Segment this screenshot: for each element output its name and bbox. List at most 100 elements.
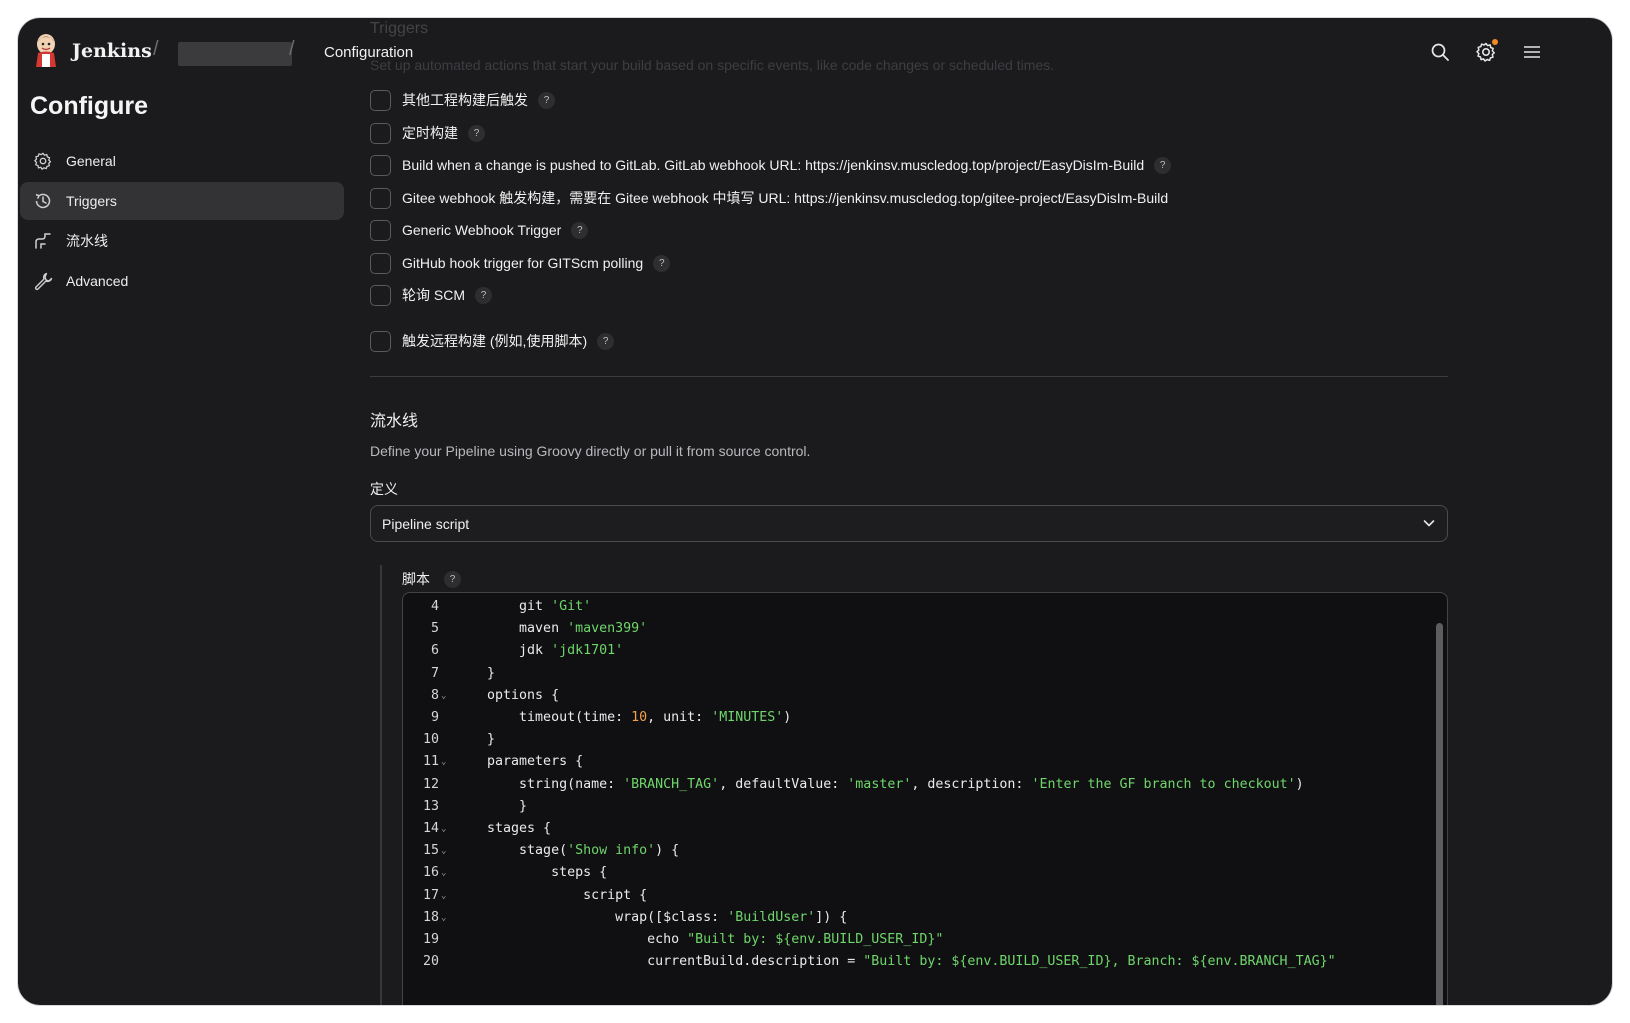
nested-section-bar: [380, 565, 382, 1005]
trigger-label[interactable]: 触发远程构建 (例如,使用脚本): [402, 331, 587, 351]
line-number: 19: [422, 932, 439, 947]
line-number: 13: [422, 798, 439, 814]
code-line: 18 ⌄ wrap([$class: 'BuildUser']) {: [403, 907, 1447, 929]
code-line: 5 maven 'maven399': [403, 618, 1447, 640]
line-number: 8: [430, 687, 439, 703]
line-number: 7: [430, 665, 439, 681]
code-line: 7 }: [403, 663, 1447, 685]
line-number: 6: [430, 643, 439, 659]
sidebar-item-label: Advanced: [66, 273, 129, 289]
trigger-checkbox[interactable]: [370, 89, 391, 111]
trigger-checkbox[interactable]: [370, 122, 391, 144]
chevron-down-icon: [1421, 515, 1437, 534]
help-icon[interactable]: ?: [597, 332, 615, 350]
fold-chevron-icon[interactable]: ⌄: [441, 685, 446, 707]
clock-history-icon: [32, 190, 54, 212]
code-line: 6 jdk 'jdk1701': [403, 640, 1447, 662]
help-icon[interactable]: ?: [475, 286, 492, 304]
sidebar-item-advanced[interactable]: Advanced: [20, 262, 344, 300]
sidebar-item-label: Triggers: [66, 193, 117, 209]
fold-chevron-icon[interactable]: ⌄: [441, 840, 446, 862]
menu-icon[interactable]: [1518, 38, 1546, 66]
trigger-option: 轮询 SCM ?: [370, 283, 492, 307]
trigger-label[interactable]: 定时构建: [402, 123, 458, 143]
line-number: 16: [422, 865, 439, 881]
code-text: options {: [455, 687, 560, 703]
code-text: timeout(time: 10, unit: 'MINUTES'): [455, 710, 792, 725]
trigger-label[interactable]: GitHub hook trigger for GITScm polling: [402, 255, 643, 271]
trigger-checkbox[interactable]: [370, 187, 391, 209]
code-line: 9 timeout(time: 10, unit: 'MINUTES'): [403, 707, 1447, 729]
pipeline-script-editor[interactable]: 4 git 'Git' 5 maven 'maven399' 6 jdk 'jdk1…: [402, 592, 1448, 1005]
code-line: 16 ⌄ steps {: [403, 862, 1447, 884]
sidebar-item-label: 流水线: [66, 233, 108, 249]
code-text: }: [455, 798, 528, 814]
code-line: 4 git 'Git': [403, 596, 1447, 618]
line-number: 11: [422, 754, 439, 770]
fold-chevron-icon[interactable]: ⌄: [441, 818, 446, 840]
help-icon[interactable]: ?: [444, 570, 461, 588]
fold-chevron-icon[interactable]: ⌄: [441, 751, 446, 773]
breadcrumb-project-redacted[interactable]: [178, 42, 292, 66]
pipeline-section-description: Define your Pipeline using Groovy direct…: [370, 443, 811, 459]
line-number: 17: [422, 887, 439, 903]
help-icon[interactable]: ?: [653, 254, 671, 272]
code-text: parameters {: [455, 754, 584, 770]
brand-name[interactable]: Jenkins: [72, 40, 152, 62]
jenkins-logo-icon[interactable]: [32, 33, 60, 67]
code-text: echo "Built by: ${env.BUILD_USER_ID}": [455, 932, 944, 947]
code-text: }: [455, 665, 496, 681]
definition-select[interactable]: Pipeline script: [370, 505, 1448, 542]
code-line: 13 }: [403, 796, 1447, 818]
code-line: 10 }: [403, 729, 1447, 751]
code-text: currentBuild.description = "Built by: ${…: [455, 954, 1336, 970]
sidebar-item-general[interactable]: General: [20, 142, 344, 180]
trigger-label[interactable]: Generic Webhook Trigger: [402, 222, 561, 238]
sidebar-item-label: General: [66, 153, 116, 169]
code-text: string(name: 'BRANCH_TAG', defaultValue:…: [455, 776, 1304, 792]
line-number: 18: [422, 909, 439, 925]
section-divider: [370, 376, 1448, 377]
fold-chevron-icon[interactable]: ⌄: [441, 862, 446, 884]
trigger-label[interactable]: 轮询 SCM: [402, 285, 465, 305]
trigger-checkbox[interactable]: [370, 284, 391, 306]
sidebar-nav: General Triggers 流水线 Advanced: [20, 142, 344, 302]
code-text: script {: [455, 887, 648, 903]
pipeline-icon: [32, 230, 54, 252]
code-line: 14 ⌄ stages {: [403, 818, 1447, 840]
settings-icon[interactable]: [1472, 38, 1500, 66]
trigger-option: 触发远程构建 (例如,使用脚本) ?: [370, 329, 615, 353]
code-text: wrap([$class: 'BuildUser']) {: [455, 909, 848, 925]
fold-chevron-icon[interactable]: ⌄: [441, 907, 446, 929]
code-text: steps {: [455, 865, 608, 881]
help-icon[interactable]: ?: [538, 91, 555, 109]
trigger-checkbox[interactable]: [370, 330, 391, 352]
trigger-label[interactable]: Gitee webhook 触发构建，需要在 Gitee webhook 中填写…: [402, 188, 1168, 208]
pipeline-section-title: 流水线: [370, 413, 419, 430]
code-text: git 'Git': [455, 599, 592, 614]
help-icon[interactable]: ?: [571, 221, 589, 239]
page-title: Configure: [30, 92, 149, 120]
trigger-option: 定时构建 ?: [370, 121, 485, 145]
trigger-checkbox[interactable]: [370, 154, 391, 176]
help-icon[interactable]: ?: [468, 124, 485, 142]
search-icon[interactable]: [1426, 38, 1454, 66]
trigger-label[interactable]: Build when a change is pushed to GitLab.…: [402, 157, 1144, 173]
code-line: 19 echo "Built by: ${env.BUILD_USER_ID}": [403, 929, 1447, 951]
line-number: 14: [422, 821, 439, 836]
help-icon[interactable]: ?: [1154, 156, 1172, 174]
trigger-checkbox[interactable]: [370, 252, 391, 274]
breadcrumb-current: Configuration: [324, 44, 414, 61]
gear-icon: [32, 150, 54, 172]
trigger-option: Build when a change is pushed to GitLab.…: [370, 153, 1172, 177]
code-text: stage('Show info') {: [455, 843, 680, 859]
trigger-checkbox[interactable]: [370, 219, 391, 241]
sidebar-item-pipeline[interactable]: 流水线: [20, 222, 344, 260]
sidebar-item-triggers[interactable]: Triggers: [20, 182, 344, 220]
trigger-label[interactable]: 其他工程构建后触发: [402, 90, 528, 110]
code-text: }: [455, 732, 496, 748]
line-number: 9: [430, 710, 439, 725]
editor-scrollbar[interactable]: [1436, 623, 1443, 1005]
fold-chevron-icon[interactable]: ⌄: [441, 885, 446, 907]
notification-dot: [1492, 39, 1498, 45]
